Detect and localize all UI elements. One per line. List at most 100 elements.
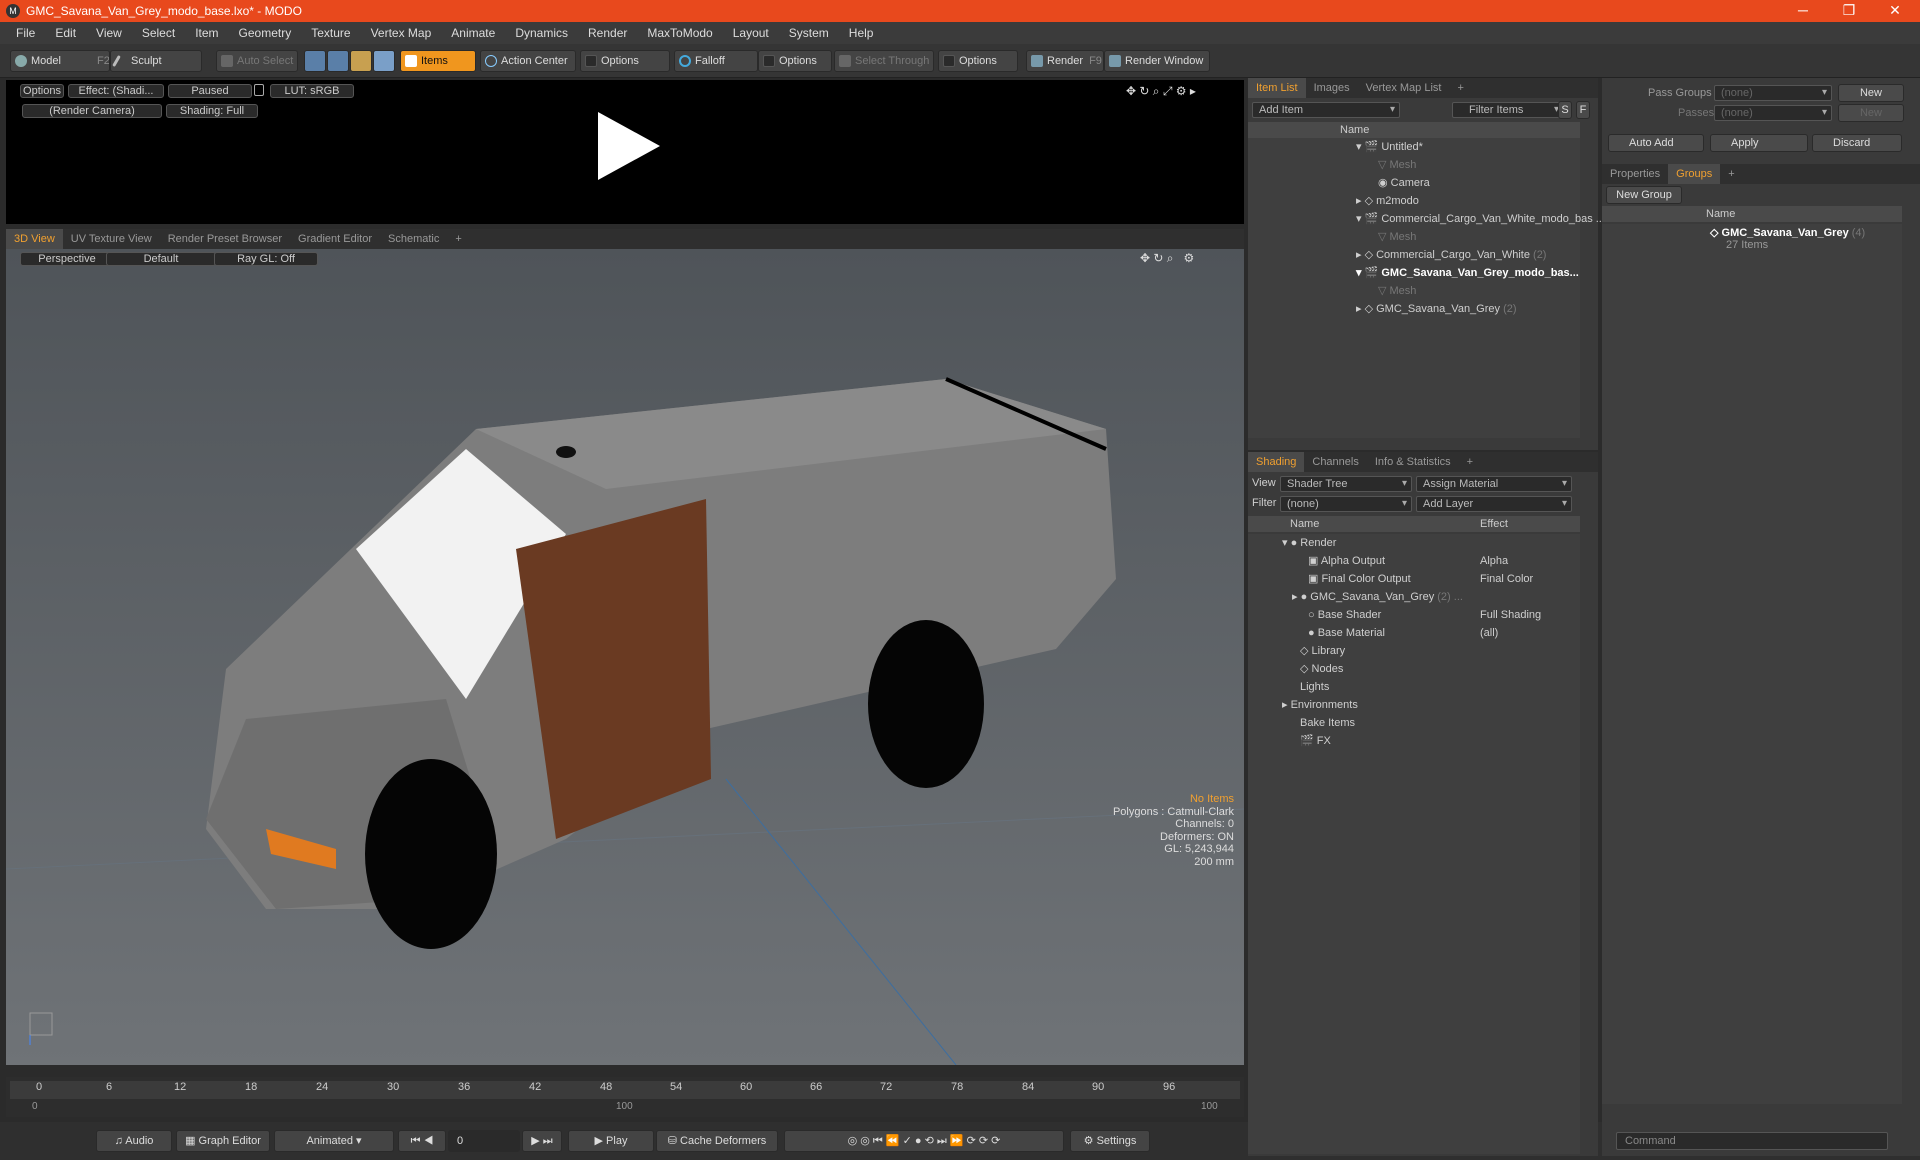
filter-dropdown[interactable]: (none) (1280, 496, 1412, 512)
minimize-button[interactable]: ─ (1780, 0, 1826, 22)
tab-3d-view[interactable]: 3D View (6, 229, 63, 249)
add-tab-icon[interactable]: + (1449, 78, 1471, 98)
tree-item-gmc-scene[interactable]: ▾ 🎬 GMC_Savana_Van_Grey_modo_bas... (1356, 264, 1579, 282)
menu-render[interactable]: Render (578, 26, 637, 40)
menu-texture[interactable]: Texture (301, 26, 360, 40)
tab-render-preset-browser[interactable]: Render Preset Browser (160, 229, 290, 249)
command-input[interactable]: Command (1616, 1132, 1888, 1150)
shader-final-color-output[interactable]: ▣ Final Color Output (1308, 570, 1411, 588)
select-through-options-button[interactable]: Options (938, 50, 1018, 72)
polygon-mode-button[interactable] (350, 50, 372, 72)
items-mode-button[interactable]: Items (400, 50, 476, 72)
pass-groups-dropdown[interactable]: (none) (1714, 85, 1832, 101)
menu-item[interactable]: Item (185, 26, 228, 40)
menu-maxtomodo[interactable]: MaxToModo (637, 26, 722, 40)
base-shader-effect-dropdown[interactable]: Full Shading (1480, 606, 1541, 624)
shader-environments[interactable]: ▸ Environments (1282, 696, 1358, 714)
menu-geometry[interactable]: Geometry (229, 26, 302, 40)
tree-item-mesh[interactable]: ▽ Mesh (1378, 282, 1416, 300)
render-window-button[interactable]: Render Window (1104, 50, 1210, 72)
tab-properties[interactable]: Properties (1602, 164, 1668, 184)
new-pass-group-button[interactable]: New (1838, 84, 1904, 102)
discard-button[interactable]: Discard (1812, 134, 1902, 152)
model-mode-button[interactable]: Model F2 (10, 50, 110, 72)
lut-dropdown[interactable]: LUT: sRGB (270, 84, 354, 98)
material-mode-button[interactable] (373, 50, 395, 72)
shader-lights[interactable]: Lights (1300, 678, 1329, 696)
menu-edit[interactable]: Edit (45, 26, 86, 40)
menu-system[interactable]: System (779, 26, 839, 40)
preview-options-button[interactable]: Options (20, 84, 64, 98)
tab-uv-texture-view[interactable]: UV Texture View (63, 229, 160, 249)
menu-file[interactable]: File (6, 26, 45, 40)
final-color-effect-dropdown[interactable]: Final Color (1480, 570, 1533, 588)
apply-button[interactable]: Apply (1710, 134, 1808, 152)
alpha-effect-dropdown[interactable]: Alpha (1480, 552, 1508, 570)
vertex-mode-button[interactable] (304, 50, 326, 72)
falloff-options-button[interactable]: Options (758, 50, 832, 72)
action-center-options-button[interactable]: Options (580, 50, 670, 72)
tree-item-commercial-van[interactable]: ▸ ◇ Commercial_Cargo_Van_White (2) (1356, 246, 1546, 264)
menu-help[interactable]: Help (839, 26, 884, 40)
add-tab-icon[interactable]: + (447, 229, 469, 249)
tree-item-untitled[interactable]: ▾ 🎬 Untitled* (1356, 138, 1423, 156)
action-center-button[interactable]: Action Center (480, 50, 576, 72)
van-model[interactable] (6, 249, 1244, 1065)
tab-shading[interactable]: Shading (1248, 452, 1305, 472)
menu-layout[interactable]: Layout (723, 26, 779, 40)
new-pass-button[interactable]: New (1838, 104, 1904, 122)
render-camera-dropdown[interactable]: (Render Camera) (22, 104, 162, 118)
tree-item-gmc-van[interactable]: ▸ ◇ GMC_Savana_Van_Grey (2) (1356, 300, 1517, 318)
play-icon[interactable] (594, 112, 664, 182)
add-tab-icon[interactable]: + (1459, 452, 1481, 472)
animated-dropdown[interactable]: Animated ▾ (274, 1130, 394, 1152)
shader-base-shader[interactable]: ○ Base Shader (1308, 606, 1381, 624)
close-button[interactable]: ✕ (1872, 0, 1918, 22)
shader-bake-items[interactable]: Bake Items (1300, 714, 1355, 732)
f-toggle-button[interactable]: F (1576, 101, 1590, 119)
audio-button[interactable]: ♫ Audio (96, 1130, 172, 1152)
shader-nodes[interactable]: ◇ Nodes (1300, 660, 1343, 678)
assign-material-dropdown[interactable]: Assign Material (1416, 476, 1572, 492)
filter-items-input[interactable]: Filter Items (1452, 102, 1564, 118)
select-through-button[interactable]: Select Through (834, 50, 934, 72)
cache-deformers-button[interactable]: ⛁ Cache Deformers (656, 1130, 778, 1152)
key-tools-group[interactable]: ◎ ◎ ⏮ ⏪ ✓ ● ⟲ ⏭ ⏩ ⟳ ⟳ ⟳ (784, 1130, 1064, 1152)
preview-paused-toggle[interactable]: Paused (168, 84, 252, 98)
menu-vertex-map[interactable]: Vertex Map (361, 26, 442, 40)
tab-vertex-map-list[interactable]: Vertex Map List (1358, 78, 1450, 98)
shader-gmc-material-group[interactable]: ▸ ● GMC_Savana_Van_Grey (2) ... (1292, 588, 1463, 606)
shader-fx[interactable]: 🎬 FX (1300, 732, 1331, 750)
3d-viewport[interactable]: Perspective Default Ray GL: Off ✥ ↻ ⌕ ⚙ … (6, 249, 1244, 1065)
maximize-button[interactable]: ❐ (1826, 0, 1872, 22)
menu-view[interactable]: View (86, 26, 132, 40)
passes-dropdown[interactable]: (none) (1714, 105, 1832, 121)
tree-item-commercial-scene[interactable]: ▾ 🎬 Commercial_Cargo_Van_White_modo_bas … (1356, 210, 1605, 228)
preview-nav-icons[interactable]: ✥ ↻ ⌕ ⤢ ⚙ ▸ (1126, 84, 1196, 99)
new-group-button[interactable]: New Group (1606, 186, 1682, 204)
s-toggle-button[interactable]: S (1558, 101, 1572, 119)
tab-images[interactable]: Images (1306, 78, 1358, 98)
lock-icon[interactable] (254, 84, 264, 96)
tab-channels[interactable]: Channels (1304, 452, 1366, 472)
menu-animate[interactable]: Animate (441, 26, 505, 40)
shader-library[interactable]: ◇ Library (1300, 642, 1345, 660)
add-tab-icon[interactable]: + (1720, 164, 1742, 184)
preview-shading-dropdown[interactable]: Shading: Full (166, 104, 258, 118)
tree-item-camera[interactable]: ◉ Camera (1378, 174, 1430, 192)
play-button[interactable]: ▶ Play (568, 1130, 654, 1152)
view-dropdown[interactable]: Shader Tree (1280, 476, 1412, 492)
playback-prev-buttons[interactable]: ⏮ ◀ (398, 1130, 446, 1152)
menu-select[interactable]: Select (132, 26, 185, 40)
sculpt-mode-button[interactable]: Sculpt (110, 50, 202, 72)
tab-schematic[interactable]: Schematic (380, 229, 447, 249)
tree-item-mesh[interactable]: ▽ Mesh (1378, 156, 1416, 174)
shader-render[interactable]: ▾ ● Render (1282, 534, 1336, 552)
graph-editor-button[interactable]: ▦ Graph Editor (176, 1130, 270, 1152)
add-item-dropdown[interactable]: Add Item (1252, 102, 1400, 118)
auto-add-button[interactable]: Auto Add (1608, 134, 1704, 152)
render-button[interactable]: Render F9 (1026, 50, 1104, 72)
tab-info-statistics[interactable]: Info & Statistics (1367, 452, 1459, 472)
tab-item-list[interactable]: Item List (1248, 78, 1306, 98)
tab-groups[interactable]: Groups (1668, 164, 1721, 184)
